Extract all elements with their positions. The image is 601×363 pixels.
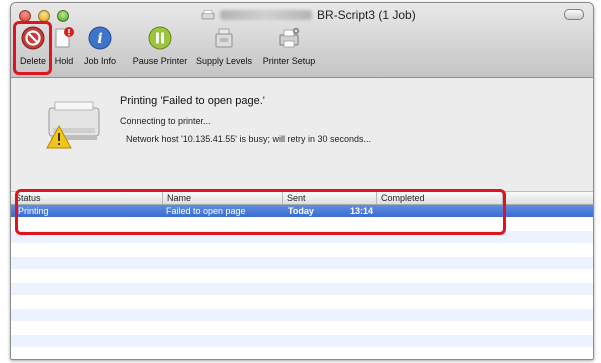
status-title: Printing 'Failed to open page.' (120, 95, 265, 107)
printer-setup-icon (279, 27, 300, 48)
empty-row (11, 270, 593, 282)
empty-row (11, 283, 593, 295)
job-name-cell: Failed to open page (166, 206, 246, 216)
empty-row (11, 348, 593, 359)
empty-row (11, 218, 593, 230)
hold-icon (55, 27, 74, 48)
status-detail: Network host '10.135.41.55' is busy; wil… (126, 134, 372, 144)
job-sent-day-cell: Today (288, 206, 314, 216)
window-title: BR-Script3 (1 Job) (317, 8, 416, 22)
job-list[interactable]: Status Name Sent Completed Printing Fail… (11, 191, 593, 359)
printer-setup-label: Printer Setup (262, 56, 316, 66)
zoom-window-button[interactable] (57, 10, 69, 22)
redacted-hostname (220, 10, 312, 20)
printer-setup-button[interactable]: Printer Setup (257, 25, 321, 66)
column-header-name[interactable]: Name (163, 192, 283, 204)
close-window-button[interactable] (19, 10, 31, 22)
empty-row (11, 244, 593, 256)
empty-row (11, 296, 593, 308)
svg-text:i: i (97, 31, 102, 47)
job-list-header: Status Name Sent Completed (11, 191, 593, 205)
empty-row (11, 231, 593, 243)
supply-levels-icon (215, 28, 233, 48)
delete-button[interactable]: Delete (17, 25, 49, 66)
print-queue-window: BR-Script3 (1 Job) Delete Hold i Job Inf… (10, 2, 594, 360)
hold-button[interactable]: Hold (49, 25, 79, 66)
empty-row (11, 322, 593, 334)
hold-label: Hold (54, 56, 74, 66)
pause-printer-button[interactable]: Pause Printer (129, 25, 191, 66)
info-icon: i (88, 26, 112, 50)
empty-row (11, 335, 593, 347)
column-header-sent[interactable]: Sent (283, 192, 377, 204)
pause-printer-icon (148, 26, 172, 50)
column-header-completed[interactable]: Completed (377, 192, 503, 204)
supply-levels-label: Supply Levels (195, 56, 253, 66)
job-info-label: Job Info (83, 56, 117, 66)
status-message: Connecting to printer... (120, 116, 211, 126)
printer-title-icon (201, 10, 215, 20)
window-toolbar: BR-Script3 (1 Job) Delete Hold i Job Inf… (11, 3, 593, 78)
job-sent-time-cell: 13:14 (350, 206, 374, 216)
toolbar: Delete Hold i Job Info Pause Printer Sup… (17, 25, 321, 66)
printer-warning-icon (46, 101, 100, 149)
delete-label: Delete (19, 56, 46, 66)
pause-printer-label: Pause Printer (132, 56, 188, 66)
minimize-window-button[interactable] (38, 10, 50, 22)
toolbar-toggle-button[interactable] (564, 9, 584, 20)
empty-row (11, 257, 593, 269)
delete-icon (21, 26, 45, 50)
supply-levels-button[interactable]: Supply Levels (191, 25, 257, 66)
printer-status-panel: Printing 'Failed to open page.' Connecti… (11, 78, 593, 191)
empty-row (11, 309, 593, 321)
window-title-area: BR-Script3 (1 Job) (201, 8, 416, 22)
job-row[interactable]: Printing Failed to open page Today 13:14 (11, 205, 593, 217)
job-info-button[interactable]: i Job Info (79, 25, 121, 66)
job-status-cell: Printing (18, 206, 49, 216)
job-completed-cell (381, 205, 384, 217)
column-header-status[interactable]: Status (11, 192, 163, 204)
